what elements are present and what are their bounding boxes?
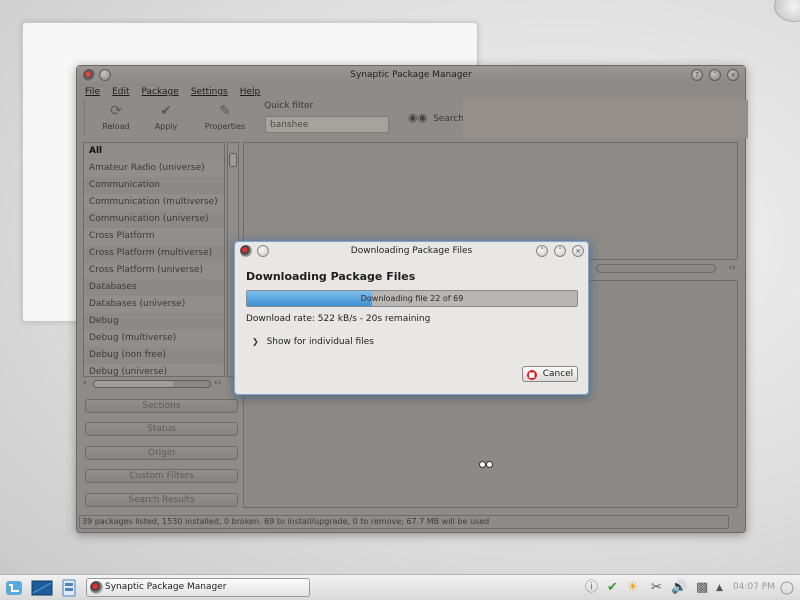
dialog-minimize-button[interactable]: ˅	[536, 245, 548, 257]
menu-edit[interactable]: Edit	[112, 87, 129, 101]
progress-text: Downloading file 22 of 69	[360, 294, 464, 303]
section-item[interactable]: Communication (multiverse)	[84, 194, 224, 211]
taskbar-task-synaptic[interactable]: Synaptic Package Manager	[86, 578, 310, 597]
section-item[interactable]: Databases	[84, 279, 224, 296]
synaptic-task-icon	[90, 581, 103, 594]
section-item[interactable]: Communication (universe)	[84, 211, 224, 228]
section-item[interactable]: Debug (non free)	[84, 347, 224, 364]
download-dialog: Downloading Package Files ˅ ˄ × Download…	[234, 241, 589, 395]
info-icon[interactable]: ⓘ	[585, 579, 598, 597]
application-launcher-icon[interactable]	[5, 579, 23, 597]
properties-label: Properties	[204, 122, 246, 131]
taskbar: Synaptic Package Manager ⓘ ✔ ☀ ✂ 🔊 ▩ ▲ 0…	[0, 574, 800, 600]
main-titlebar[interactable]: Synaptic Package Manager ? ˅ ×	[77, 66, 745, 86]
expander-label: Show for individual files	[266, 337, 374, 347]
scroll-left-icon[interactable]: ‹	[83, 378, 87, 388]
sections-list[interactable]: All Amateur Radio (universe) Communicati…	[83, 142, 225, 377]
section-item[interactable]: All	[84, 143, 224, 160]
minimize-button[interactable]: ˅	[709, 69, 721, 81]
scrollbar-track[interactable]	[596, 264, 716, 273]
toolbar: ⟳ Reload ✔ Apply ✎ Properties Quick filt…	[81, 100, 748, 140]
notifications-icon[interactable]: ☀	[627, 579, 639, 597]
reload-icon: ⟳	[110, 103, 122, 119]
reload-label: Reload	[102, 122, 130, 131]
dialog-maximize-button[interactable]: ˄	[554, 245, 566, 257]
section-item[interactable]: Communication	[84, 177, 224, 194]
help-button[interactable]: ?	[691, 69, 703, 81]
menu-help[interactable]: Help	[240, 87, 261, 101]
apply-button[interactable]: ✔ Apply	[141, 102, 191, 131]
chevron-right-icon: ❯	[252, 337, 259, 346]
reload-button[interactable]: ⟳ Reload	[91, 102, 141, 131]
desktop-corner-button[interactable]	[774, 0, 800, 22]
section-item[interactable]: Debug	[84, 313, 224, 330]
search-button[interactable]: ◉◉ Search	[408, 111, 464, 124]
binoculars-icon: ◉◉	[408, 111, 428, 124]
volume-icon[interactable]: 🔊	[671, 579, 687, 597]
dialog-heading: Downloading Package Files	[246, 270, 416, 283]
section-item[interactable]: Databases (universe)	[84, 296, 224, 313]
file-manager-icon[interactable]	[60, 579, 78, 597]
properties-button[interactable]: ✎ Properties	[195, 102, 255, 131]
toolbar-empty-area	[463, 100, 748, 138]
scrollbar-thumb[interactable]	[94, 381, 174, 387]
section-item[interactable]: Cross Platform (multiverse)	[84, 245, 224, 262]
scrollbar-thumb[interactable]	[229, 153, 237, 167]
apply-check-icon: ✔	[160, 103, 172, 119]
download-rate-text: Download rate: 522 kB/s - 20s remaining	[246, 314, 431, 324]
section-item[interactable]: Cross Platform	[84, 228, 224, 245]
show-desktop-icon[interactable]	[31, 579, 53, 597]
updates-check-icon[interactable]: ✔	[607, 579, 618, 597]
main-window-title: Synaptic Package Manager	[350, 70, 472, 80]
cancel-stop-icon: ■	[526, 370, 537, 380]
properties-pen-icon: ✎	[219, 103, 231, 119]
quick-filter-label: Quick filter	[264, 101, 314, 111]
search-label: Search	[433, 114, 464, 124]
menu-file[interactable]: File	[85, 87, 100, 101]
custom-filters-button[interactable]: Custom Filters	[85, 469, 238, 483]
sections-horizontal-scrollbar[interactable]: ‹ ‹›	[83, 378, 241, 389]
panel-toolbox-icon[interactable]	[778, 579, 796, 597]
scroll-arrows-icon[interactable]: ‹›	[214, 378, 221, 388]
clipboard-scissors-icon[interactable]: ✂	[651, 579, 662, 597]
sections-filter-button[interactable]: Sections	[85, 399, 238, 413]
quick-filter-input[interactable]	[265, 116, 389, 133]
section-item[interactable]: Amateur Radio (universe)	[84, 160, 224, 177]
menu-package[interactable]: Package	[142, 87, 179, 101]
apply-label: Apply	[154, 122, 178, 131]
menubar: File Edit Package Settings Help	[85, 87, 260, 101]
dialog-close-button[interactable]: ×	[572, 245, 584, 257]
toolbar-grip[interactable]	[84, 100, 86, 136]
download-progress-bar: Downloading file 22 of 69	[246, 290, 578, 307]
scroll-arrows-icon[interactable]: ‹›	[729, 263, 736, 273]
cancel-label: Cancel	[542, 369, 574, 379]
section-item[interactable]: Debug (universe)	[84, 364, 224, 376]
status-bar: 39 packages listed, 1530 installed, 0 br…	[79, 515, 729, 529]
cancel-button[interactable]: ■ Cancel	[522, 366, 578, 382]
close-button[interactable]: ×	[727, 69, 739, 81]
status-filter-button[interactable]: Status	[85, 422, 238, 436]
individual-files-expander[interactable]: ❯ Show for individual files	[252, 337, 374, 347]
clock[interactable]: 04:07 PM	[733, 582, 775, 592]
section-item[interactable]: Cross Platform (universe)	[84, 262, 224, 279]
network-icon[interactable]: ▩	[696, 579, 708, 597]
tray-expand-icon[interactable]: ▲	[716, 579, 723, 597]
menu-settings[interactable]: Settings	[191, 87, 228, 101]
origin-filter-button[interactable]: Origin	[85, 446, 238, 460]
task-label: Synaptic Package Manager	[105, 582, 227, 592]
section-item[interactable]: Debug (multiverse)	[84, 330, 224, 347]
search-results-button[interactable]: Search Results	[85, 493, 238, 507]
busy-cursor	[479, 461, 495, 469]
